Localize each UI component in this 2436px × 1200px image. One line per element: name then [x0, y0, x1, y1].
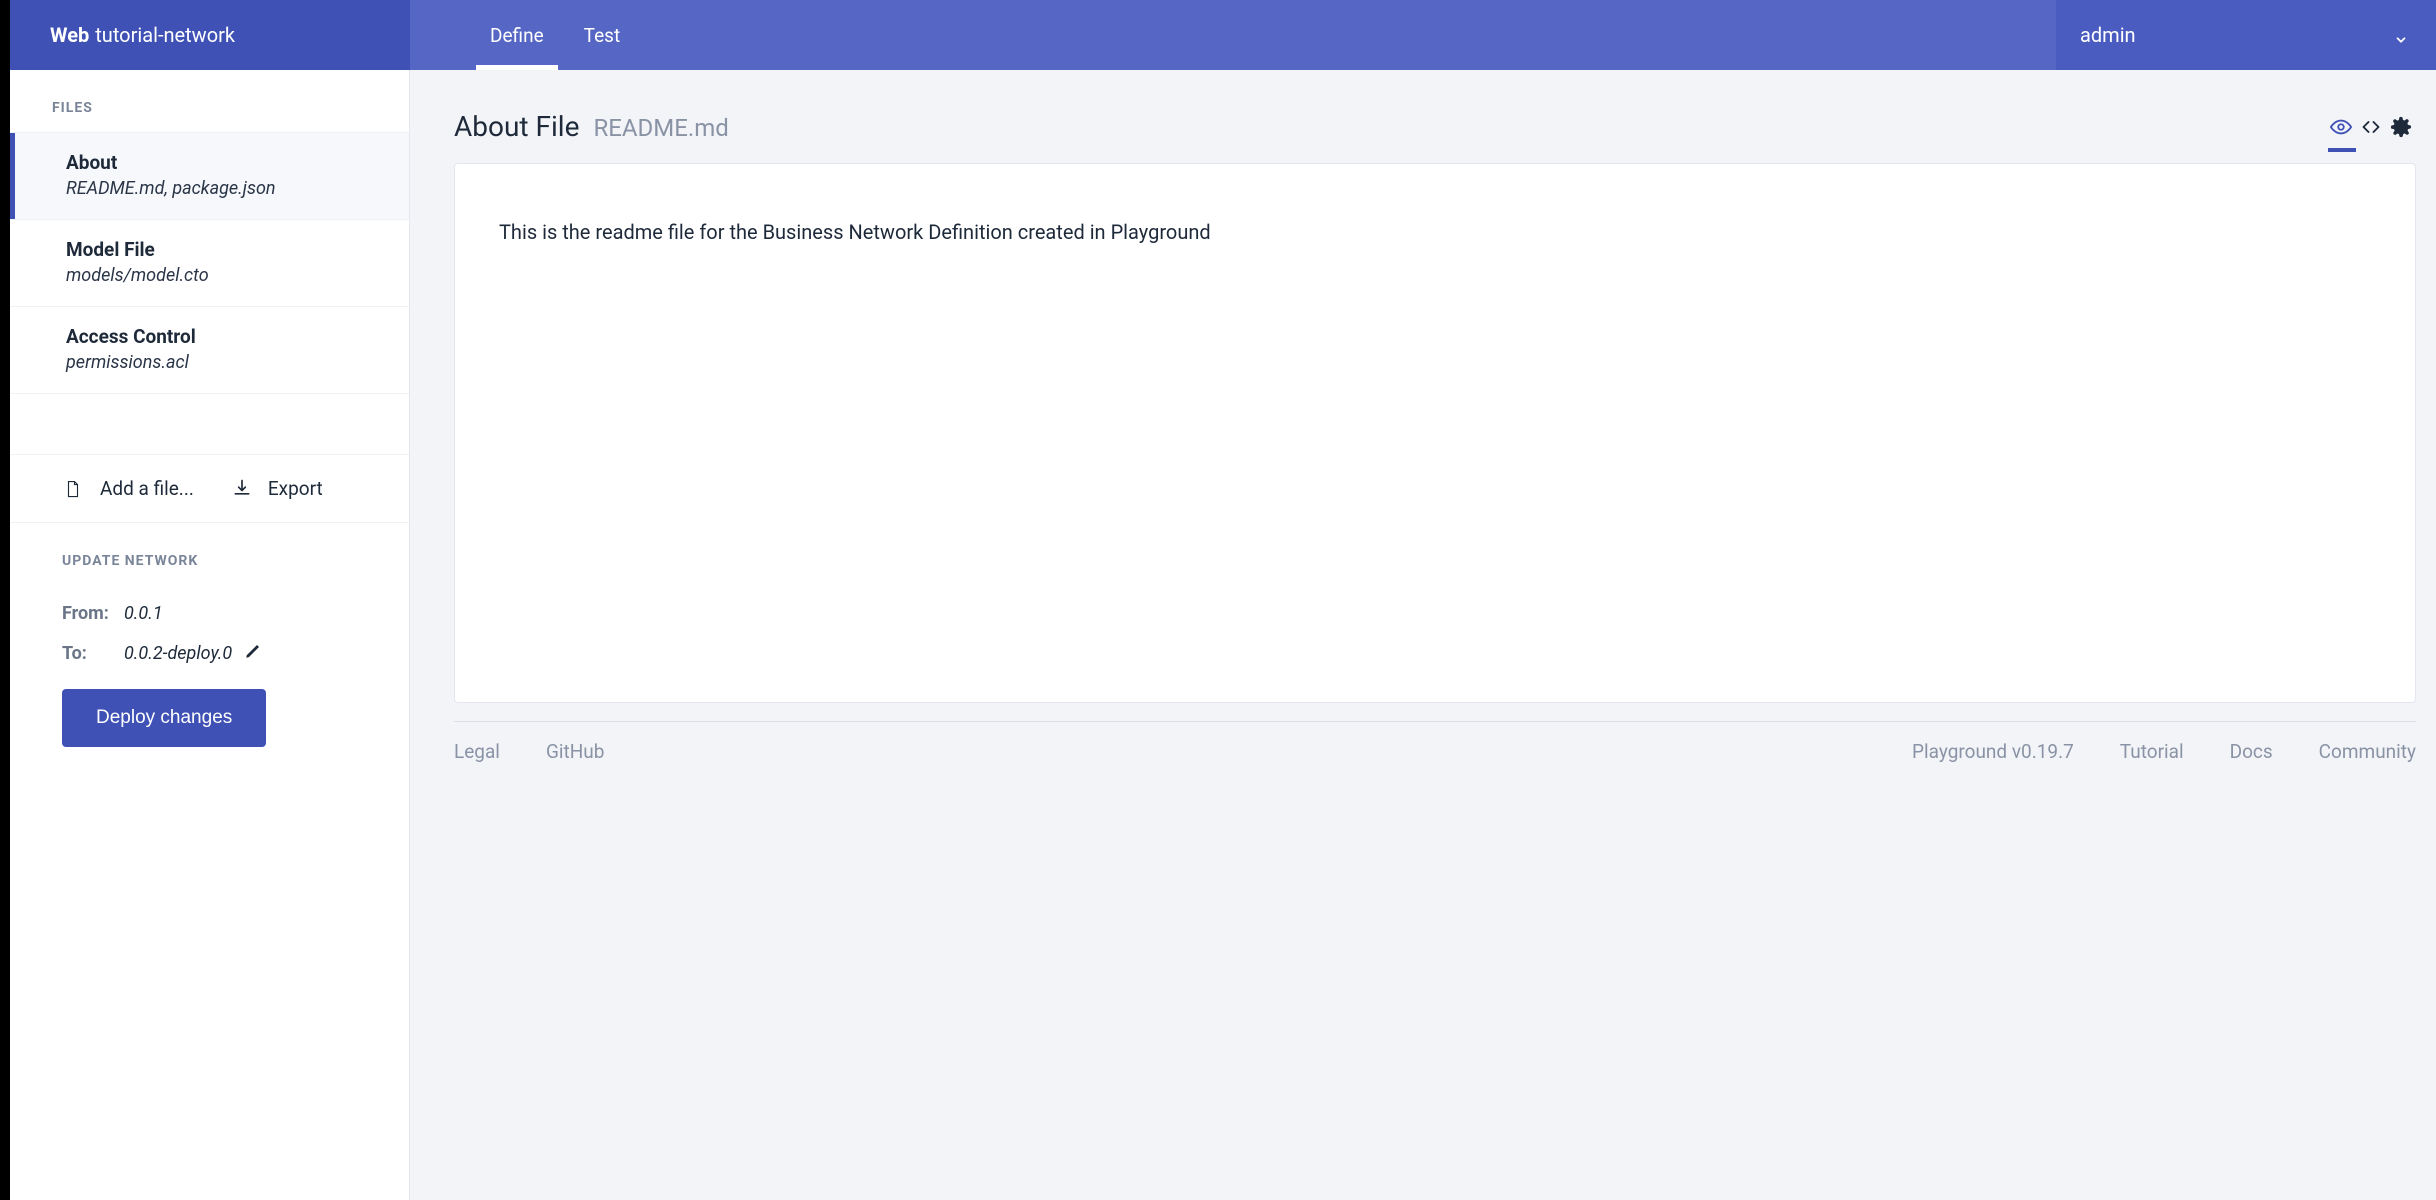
- sidebar-actions: Add a file... Export: [10, 454, 409, 523]
- footer-link-community[interactable]: Community: [2319, 740, 2416, 763]
- readme-text: This is the readme file for the Business…: [499, 220, 2371, 244]
- file-item-title: About: [66, 151, 367, 174]
- tab-test[interactable]: Test: [564, 0, 641, 70]
- footer-link-github[interactable]: GitHub: [546, 740, 604, 763]
- update-network-label: UPDATE NETWORK: [62, 523, 367, 585]
- version-from-value: 0.0.1: [124, 603, 163, 624]
- download-icon: [232, 478, 252, 500]
- file-list: About README.md, package.json Model File…: [10, 132, 409, 394]
- version-to-row: To: 0.0.2-deploy.0: [62, 642, 367, 665]
- brand-network-name: tutorial-network: [95, 23, 235, 47]
- preview-icon[interactable]: [2330, 116, 2352, 138]
- file-item-subtitle: models/model.cto: [66, 265, 367, 286]
- footer-link-docs[interactable]: Docs: [2230, 740, 2273, 763]
- main-title-block: About File README.md: [454, 110, 729, 143]
- readme-preview: This is the readme file for the Business…: [454, 163, 2416, 703]
- deploy-changes-label: Deploy changes: [96, 707, 232, 728]
- active-tool-indicator: [2328, 148, 2356, 152]
- current-filename: README.md: [593, 114, 728, 142]
- footer-left-links: Legal GitHub: [454, 740, 604, 763]
- update-network-block: UPDATE NETWORK From: 0.0.1 To: 0.0.2-dep…: [10, 523, 409, 747]
- code-icon[interactable]: [2360, 116, 2382, 138]
- user-menu[interactable]: admin: [2056, 0, 2436, 70]
- files-section-label: FILES: [10, 70, 409, 132]
- user-name: admin: [2080, 23, 2136, 47]
- file-item-acl[interactable]: Access Control permissions.acl: [10, 306, 409, 394]
- main-panel: About File README.md Thi: [410, 0, 2436, 1200]
- footer-separator: [454, 721, 2416, 722]
- add-file-label: Add a file...: [100, 477, 194, 500]
- footer-right-links: Playground v0.19.7 Tutorial Docs Communi…: [1912, 740, 2416, 763]
- footer: Legal GitHub Playground v0.19.7 Tutorial…: [454, 740, 2416, 763]
- sidebar: FILES About README.md, package.json Mode…: [10, 0, 410, 1200]
- file-item-subtitle: README.md, package.json: [66, 178, 367, 199]
- tab-define-label: Define: [490, 24, 544, 47]
- export-label: Export: [268, 477, 323, 500]
- tab-define[interactable]: Define: [470, 0, 564, 70]
- file-item-title: Model File: [66, 238, 367, 261]
- file-item-title: Access Control: [66, 325, 367, 348]
- nav-tabs: Define Test: [410, 0, 2056, 70]
- footer-link-tutorial[interactable]: Tutorial: [2120, 740, 2184, 763]
- page-title: About File: [454, 110, 579, 143]
- edit-version-button[interactable]: [244, 642, 262, 665]
- editor-toolbar: [2330, 116, 2416, 138]
- header: Web tutorial-network Define Test admin: [10, 0, 2436, 70]
- brand-prefix: Web: [50, 23, 89, 47]
- version-to-label: To:: [62, 643, 124, 664]
- tab-test-label: Test: [584, 24, 621, 47]
- file-item-about[interactable]: About README.md, package.json: [10, 132, 409, 219]
- footer-link-legal[interactable]: Legal: [454, 740, 500, 763]
- version-from-row: From: 0.0.1: [62, 603, 367, 624]
- file-icon: [64, 478, 84, 500]
- footer-version: Playground v0.19.7: [1912, 740, 2074, 763]
- version-to-value: 0.0.2-deploy.0: [124, 643, 232, 664]
- version-from-label: From:: [62, 603, 124, 624]
- brand-block: Web tutorial-network: [10, 0, 410, 70]
- main-header-row: About File README.md: [410, 70, 2436, 163]
- gear-icon[interactable]: [2390, 116, 2412, 138]
- file-item-model[interactable]: Model File models/model.cto: [10, 219, 409, 306]
- chevron-down-icon: [2394, 28, 2408, 42]
- export-button[interactable]: Export: [232, 477, 323, 500]
- add-file-button[interactable]: Add a file...: [64, 477, 194, 500]
- file-item-subtitle: permissions.acl: [66, 352, 367, 373]
- deploy-changes-button[interactable]: Deploy changes: [62, 689, 266, 747]
